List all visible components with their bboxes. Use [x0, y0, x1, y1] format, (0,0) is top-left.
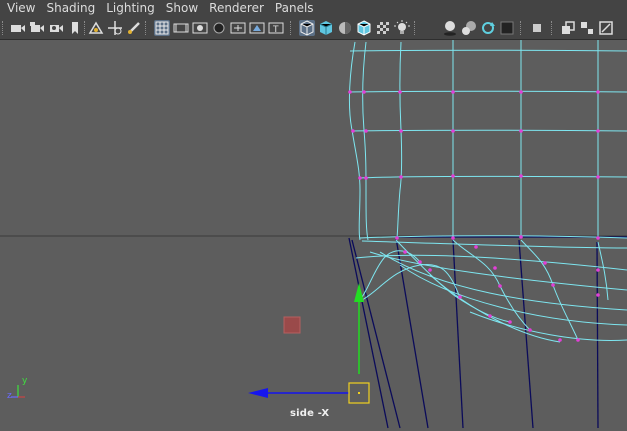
- svg-text:T: T: [272, 25, 279, 35]
- panel-toolbar: T: [0, 17, 627, 40]
- toolbar-separator: [2, 21, 5, 35]
- field-chart-icon[interactable]: [230, 20, 246, 36]
- camera-name-label: side -X: [290, 408, 330, 419]
- toolbar-separator: [290, 21, 293, 35]
- toolbar-separator: [84, 21, 87, 35]
- 3d-viewport[interactable]: y z side -X: [0, 40, 627, 431]
- textured-icon[interactable]: [598, 20, 614, 36]
- menu-renderer[interactable]: Renderer: [202, 0, 264, 17]
- grid-icon[interactable]: [154, 20, 170, 36]
- depth-of-field-icon[interactable]: [529, 20, 545, 36]
- all-lights-icon[interactable]: [394, 20, 410, 36]
- wireframe-icon[interactable]: [299, 20, 315, 36]
- motion-blur-icon[interactable]: [480, 20, 496, 36]
- grease-pencil-icon[interactable]: [126, 20, 142, 36]
- toolbar-separator: [414, 21, 417, 35]
- bookmark-icon[interactable]: [67, 20, 83, 36]
- axis-z-label: z: [7, 391, 12, 401]
- isolate-select-icon[interactable]: [560, 20, 576, 36]
- move-manipulator[interactable]: [248, 283, 370, 404]
- safe-title-icon[interactable]: T: [268, 20, 284, 36]
- camera-attributes-icon[interactable]: [29, 20, 45, 36]
- camera-bookmark-icon[interactable]: [48, 20, 64, 36]
- view-axis-gizmo: [11, 385, 25, 398]
- xray-joints-icon[interactable]: [579, 20, 595, 36]
- image-plane-icon[interactable]: [88, 20, 104, 36]
- use-default-material-icon[interactable]: [337, 20, 353, 36]
- 2d-pan-zoom-icon[interactable]: [107, 20, 123, 36]
- smooth-shade-icon[interactable]: [318, 20, 334, 36]
- safe-action-icon[interactable]: [249, 20, 265, 36]
- pivot-dot: [358, 392, 360, 394]
- select-camera-icon[interactable]: [10, 20, 26, 36]
- menu-panels[interactable]: Panels: [268, 0, 314, 17]
- panel-menu-bar: View Shading Lighting Show Renderer Pane…: [0, 0, 627, 17]
- manipulator-y-arrow[interactable]: [354, 283, 364, 302]
- menu-view[interactable]: View: [0, 0, 35, 17]
- shadows-icon[interactable]: [442, 20, 458, 36]
- menu-show[interactable]: Show: [159, 0, 198, 17]
- film-gate-icon[interactable]: [173, 20, 189, 36]
- viewport-panel: View Shading Lighting Show Renderer Pane…: [0, 0, 627, 431]
- toolbar-separator: [145, 21, 148, 35]
- gate-mask-icon[interactable]: [211, 20, 227, 36]
- toolbar-separator: [551, 21, 554, 35]
- screen-space-ao-icon[interactable]: [461, 20, 477, 36]
- wireframe-on-shaded-icon[interactable]: [356, 20, 372, 36]
- locator-marker[interactable]: [283, 316, 301, 334]
- selected-mesh-wireframe: [348, 40, 627, 343]
- menu-shading[interactable]: Shading: [39, 0, 95, 17]
- toolbar-separator: [520, 21, 523, 35]
- axis-y-label: y: [22, 376, 28, 386]
- xray-icon[interactable]: [375, 20, 391, 36]
- anti-aliasing-icon[interactable]: [499, 20, 515, 36]
- manipulator-z-arrow[interactable]: [248, 388, 268, 398]
- menu-lighting[interactable]: Lighting: [99, 0, 155, 17]
- resolution-gate-icon[interactable]: [192, 20, 208, 36]
